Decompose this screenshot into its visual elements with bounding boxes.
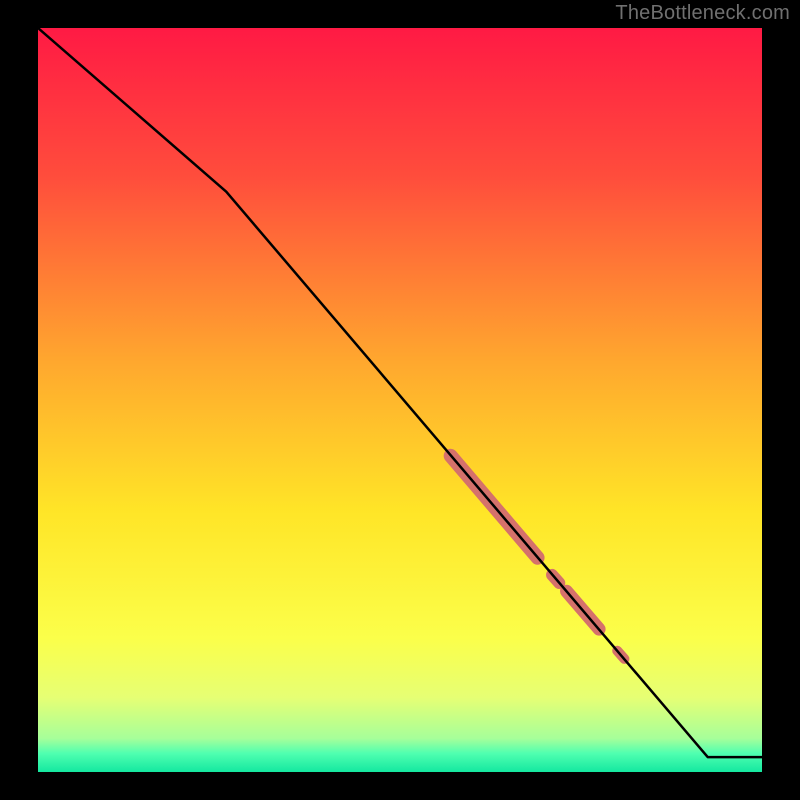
watermark-text: TheBottleneck.com	[615, 2, 790, 25]
chart-frame: TheBottleneck.com	[0, 0, 800, 800]
bottleneck-chart	[0, 0, 800, 800]
plot-background	[38, 28, 762, 772]
